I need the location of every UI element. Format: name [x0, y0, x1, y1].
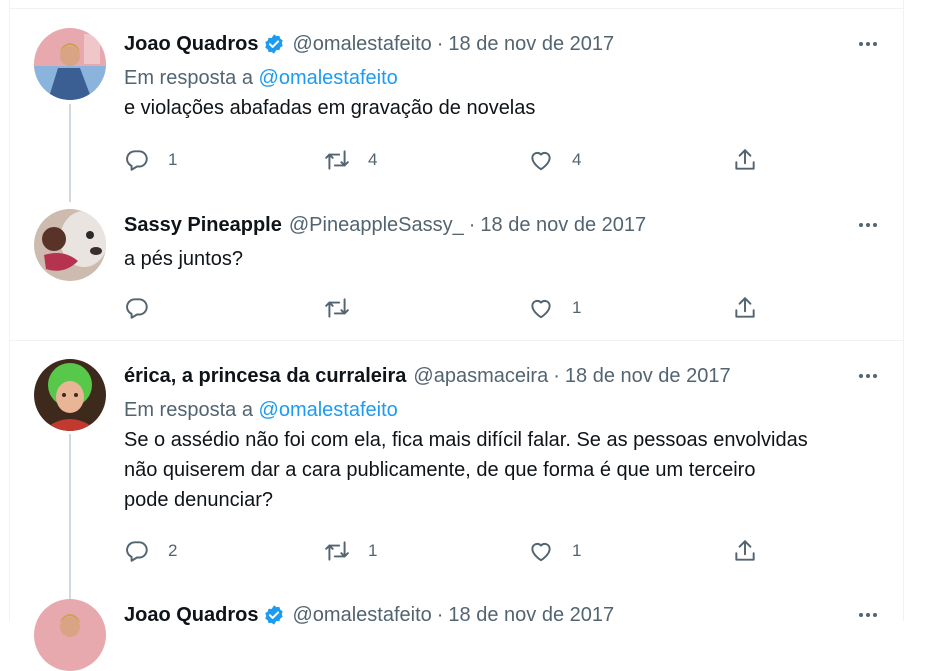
- reply-to-handle[interactable]: @omalestafeito: [259, 399, 398, 421]
- tweet-actions: 1: [124, 293, 784, 323]
- handle[interactable]: @omalestafeito: [292, 33, 431, 56]
- like-button[interactable]: 4: [528, 145, 581, 175]
- reply-to-handle[interactable]: @omalestafeito: [259, 67, 398, 89]
- timestamp[interactable]: 18 de nov de 2017: [480, 214, 646, 237]
- handle[interactable]: @apasmaceira: [413, 365, 548, 388]
- reply-icon: [124, 147, 150, 173]
- display-name[interactable]: érica, a princesa da curraleira: [124, 365, 406, 388]
- timestamp[interactable]: 18 de nov de 2017: [448, 33, 614, 56]
- avatar[interactable]: [34, 599, 106, 671]
- tweet-text-line: pode denunciar?: [124, 489, 274, 511]
- tweet-text: Se o assédio não foi com ela, fica mais …: [124, 425, 883, 515]
- retweet-count: 4: [368, 150, 378, 169]
- reply-to-prefix: Em resposta a: [124, 399, 253, 421]
- separator: ·: [468, 213, 476, 236]
- tweet-actions: 2 1 1: [124, 536, 784, 566]
- retweet-icon: [324, 295, 350, 321]
- display-name[interactable]: Joao Quadros: [124, 604, 258, 627]
- retweet-count: 1: [368, 541, 378, 560]
- divider: [10, 8, 903, 9]
- like-count: 1: [572, 541, 582, 560]
- like-icon: [528, 538, 554, 564]
- like-button[interactable]: 1: [528, 293, 581, 323]
- avatar[interactable]: [34, 28, 106, 100]
- thread-line: [69, 104, 71, 202]
- tweet-header: Joao Quadros @omalestafeito · 18 de nov …: [124, 29, 883, 59]
- tweet-header: érica, a princesa da curraleira @apasmac…: [124, 361, 883, 391]
- avatar[interactable]: [34, 359, 106, 431]
- reply-icon: [124, 295, 150, 321]
- reply-to: Em resposta a @omalestafeito: [124, 397, 883, 423]
- reply-button[interactable]: 1: [124, 145, 177, 175]
- like-button[interactable]: 1: [528, 536, 581, 566]
- more-icon[interactable]: [853, 212, 883, 238]
- timestamp[interactable]: 18 de nov de 2017: [448, 604, 614, 627]
- like-icon: [528, 295, 554, 321]
- share-button[interactable]: [732, 145, 758, 175]
- more-icon[interactable]: [853, 363, 883, 389]
- display-name[interactable]: Joao Quadros: [124, 33, 258, 56]
- tweet-actions: 1 4 4: [124, 145, 784, 175]
- share-icon: [732, 538, 758, 564]
- timeline-column: Joao Quadros @omalestafeito · 18 de nov …: [9, 0, 904, 671]
- display-name[interactable]: Sassy Pineapple: [124, 214, 282, 237]
- thread-line: [69, 434, 71, 599]
- reply-button[interactable]: [124, 293, 168, 323]
- divider: [10, 340, 903, 341]
- retweet-icon: [324, 147, 350, 173]
- separator: ·: [436, 603, 444, 626]
- like-count: 1: [572, 298, 582, 317]
- share-icon: [732, 147, 758, 173]
- retweet-button[interactable]: [324, 293, 368, 323]
- reply-button[interactable]: 2: [124, 536, 177, 566]
- reply-count: 2: [168, 541, 178, 560]
- retweet-icon: [324, 538, 350, 564]
- retweet-button[interactable]: 1: [324, 536, 377, 566]
- avatar[interactable]: [34, 209, 106, 281]
- handle[interactable]: @omalestafeito: [292, 604, 431, 627]
- tweet-text: e violações abafadas em gravação de nove…: [124, 97, 536, 119]
- tweet-header: Sassy Pineapple @PineappleSassy_ · 18 de…: [124, 210, 883, 240]
- reply-to: Em resposta a @omalestafeito: [124, 65, 883, 91]
- separator: ·: [553, 364, 560, 387]
- like-icon: [528, 147, 554, 173]
- handle[interactable]: @PineappleSassy_: [289, 214, 464, 237]
- tweet-text-line: não quiserem dar a cara publicamente, de…: [124, 459, 756, 481]
- retweet-button[interactable]: 4: [324, 145, 377, 175]
- reply-count: 1: [168, 150, 178, 169]
- reply-to-prefix: Em resposta a: [124, 67, 253, 89]
- share-button[interactable]: [732, 536, 758, 566]
- tweet-text-line: Se o assédio não foi com ela, fica mais …: [124, 429, 808, 451]
- tweet-text: a pés juntos?: [124, 248, 243, 270]
- like-count: 4: [572, 150, 582, 169]
- more-icon[interactable]: [853, 602, 883, 628]
- share-button[interactable]: [732, 293, 758, 323]
- share-icon: [732, 295, 758, 321]
- tweet-header: Joao Quadros @omalestafeito · 18 de nov …: [124, 600, 883, 630]
- reply-icon: [124, 538, 150, 564]
- verified-badge-icon: [263, 604, 285, 626]
- verified-badge-icon: [263, 33, 285, 55]
- timestamp[interactable]: 18 de nov de 2017: [565, 365, 731, 388]
- separator: ·: [436, 32, 444, 55]
- more-icon[interactable]: [853, 31, 883, 57]
